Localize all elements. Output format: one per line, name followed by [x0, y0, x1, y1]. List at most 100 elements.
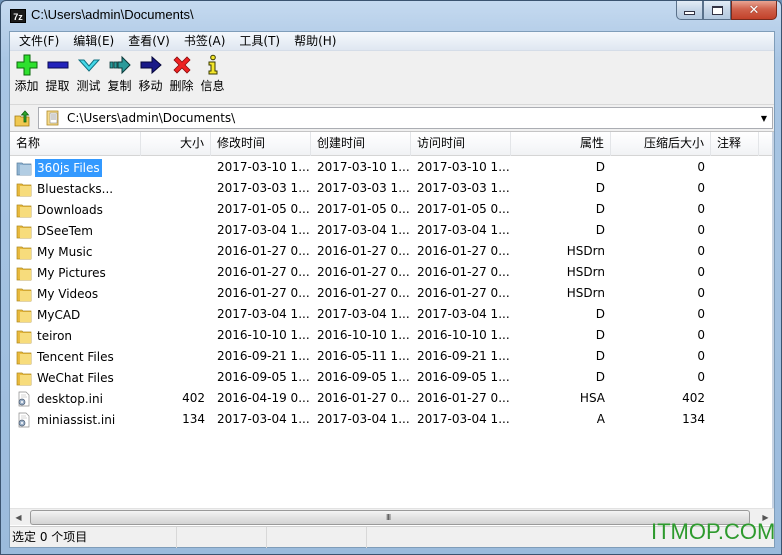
file-name: MyCAD	[37, 307, 81, 322]
cell-comment	[711, 199, 759, 220]
client-area: 文件(F) 编辑(E) 查看(V) 书签(A) 工具(T) 帮助(H) 添加 提…	[9, 31, 775, 548]
cell-accessed: 2016-10-10 1...	[417, 328, 510, 342]
file-row[interactable]: My Pictures 2016-01-27 0... 2016-01-27 0..…	[10, 262, 774, 283]
cell-size	[141, 304, 211, 325]
file-row[interactable]: teiron 2016-10-10 1... 2016-10-10 1... 2016…	[10, 325, 774, 346]
file-row[interactable]: WeChat Files 2016-09-05 1... 2016-09-05 1.…	[10, 367, 774, 388]
file-name: DSeeTem	[37, 223, 93, 238]
file-row[interactable]: Tencent Files 2016-09-21 1... 2016-05-11 1…	[10, 346, 774, 367]
cell-name: My Videos	[10, 283, 141, 304]
scroll-thumb[interactable]: III	[30, 510, 750, 525]
test-button[interactable]: 测试	[73, 52, 104, 100]
list-header: 名称 大小 修改时间 创建时间 访问时间 属性 压缩后大小 注释	[10, 132, 774, 156]
folder-icon	[16, 246, 32, 259]
column-size[interactable]: 大小	[141, 132, 211, 156]
column-name[interactable]: 名称	[10, 132, 141, 156]
cell-modified: 2017-03-04 1...	[217, 307, 310, 321]
cell-comment	[711, 388, 759, 409]
delete-x-icon	[170, 52, 194, 78]
cell-modified: 2016-09-21 1...	[217, 349, 310, 363]
cell-comment	[711, 220, 759, 241]
cell-packed-size: 402	[682, 391, 705, 405]
delete-button[interactable]: 删除	[166, 52, 197, 100]
cell-name: DSeeTem	[10, 220, 141, 241]
menu-bookmarks[interactable]: 书签(A)	[177, 32, 233, 50]
maximize-button[interactable]	[703, 1, 731, 20]
cell-attributes: HSDrn	[566, 244, 605, 258]
cell-accessed: 2016-09-21 1...	[417, 349, 510, 363]
cell-packed-size: 0	[697, 202, 705, 216]
column-comment[interactable]: 注释	[711, 132, 759, 156]
cell-modified: 2017-03-04 1...	[217, 223, 310, 237]
file-name: WeChat Files	[37, 370, 114, 385]
menu-file[interactable]: 文件(F)	[12, 32, 66, 50]
move-button[interactable]: 移动	[135, 52, 166, 100]
cell-comment	[711, 346, 759, 367]
file-row[interactable]: miniassist.ini 134 2017-03-04 1... 2017-03-…	[10, 409, 774, 430]
cell-accessed: 2016-01-27 0...	[417, 244, 510, 258]
checkmark-icon	[77, 52, 101, 78]
column-packed-size[interactable]: 压缩后大小	[611, 132, 711, 156]
file-row[interactable]: MyCAD 2017-03-04 1... 2017-03-04 1... 2017-…	[10, 304, 774, 325]
folder-icon	[16, 183, 32, 196]
cell-attributes: D	[595, 307, 605, 321]
cell-comment	[711, 367, 759, 388]
plus-icon	[15, 52, 39, 78]
menu-view[interactable]: 查看(V)	[121, 32, 177, 50]
cell-size: 134	[182, 412, 205, 426]
close-button[interactable]: ✕	[731, 1, 777, 20]
minimize-button[interactable]	[676, 1, 703, 20]
app-window: 7z C:\Users\admin\Documents\ ✕ 文件(F) 编辑(…	[0, 0, 782, 555]
cell-size	[141, 241, 211, 262]
column-modified[interactable]: 修改时间	[211, 132, 311, 156]
cell-packed-size: 0	[697, 223, 705, 237]
cell-created: 2017-03-04 1...	[317, 307, 410, 321]
file-row[interactable]: 360js Files 2017-03-10 1... 2017-03-10 1..…	[10, 157, 774, 178]
info-button[interactable]: 信息	[197, 52, 228, 100]
cell-size	[141, 325, 211, 346]
info-icon	[201, 52, 225, 78]
menu-tools[interactable]: 工具(T)	[232, 32, 287, 50]
cell-accessed: 2017-03-04 1...	[417, 412, 510, 426]
cell-accessed: 2017-03-04 1...	[417, 223, 510, 237]
delete-label: 删除	[169, 79, 194, 93]
menu-edit[interactable]: 编辑(E)	[66, 32, 121, 50]
file-row[interactable]: Downloads 2017-01-05 0... 2017-01-05 0... 2…	[10, 199, 774, 220]
cell-comment	[711, 325, 759, 346]
cell-attributes: A	[596, 412, 605, 426]
cell-size	[141, 283, 211, 304]
extract-button[interactable]: 提取	[42, 52, 73, 100]
column-created[interactable]: 创建时间	[311, 132, 411, 156]
cell-size	[141, 367, 211, 388]
file-row[interactable]: DSeeTem 2017-03-04 1... 2017-03-04 1... 201…	[10, 220, 774, 241]
test-label: 测试	[76, 79, 101, 93]
title-bar[interactable]: 7z C:\Users\admin\Documents\ ✕	[1, 1, 781, 31]
cell-modified: 2016-09-05 1...	[217, 370, 310, 384]
folder-icon	[16, 330, 32, 343]
file-row[interactable]: My Videos 2016-01-27 0... 2016-01-27 0... 2…	[10, 283, 774, 304]
file-name: 360js Files	[35, 158, 102, 177]
copy-button[interactable]: 复制	[104, 52, 135, 100]
cell-packed-size: 0	[697, 265, 705, 279]
cell-modified: 2017-01-05 0...	[217, 202, 310, 216]
address-input[interactable]: C:\Users\admin\Documents\ ▼	[38, 107, 773, 129]
cell-size	[141, 262, 211, 283]
menu-help[interactable]: 帮助(H)	[287, 32, 343, 50]
vertical-scrollbar[interactable]	[772, 132, 774, 530]
cell-size	[141, 157, 211, 178]
status-pane-2	[177, 527, 267, 548]
file-row[interactable]: My Music 2016-01-27 0... 2016-01-27 0... 20…	[10, 241, 774, 262]
scroll-left-icon[interactable]: ◀	[10, 509, 27, 526]
add-button[interactable]: 添加	[11, 52, 42, 100]
column-accessed[interactable]: 访问时间	[411, 132, 511, 156]
file-row[interactable]: Bluestacks... 2017-03-03 1... 2017-03-03 1…	[10, 178, 774, 199]
cell-name: Downloads	[10, 199, 141, 220]
dropdown-arrow-icon[interactable]: ▼	[756, 114, 772, 123]
cell-modified: 2016-01-27 0...	[217, 244, 310, 258]
column-attributes[interactable]: 属性	[511, 132, 611, 156]
move-arrow-icon	[139, 52, 163, 78]
address-text: C:\Users\admin\Documents\	[67, 111, 236, 125]
file-row[interactable]: desktop.ini 402 2016-04-19 0... 2016-01-27 …	[10, 388, 774, 409]
ini-file-icon	[18, 412, 30, 427]
up-folder-button[interactable]	[12, 108, 34, 128]
